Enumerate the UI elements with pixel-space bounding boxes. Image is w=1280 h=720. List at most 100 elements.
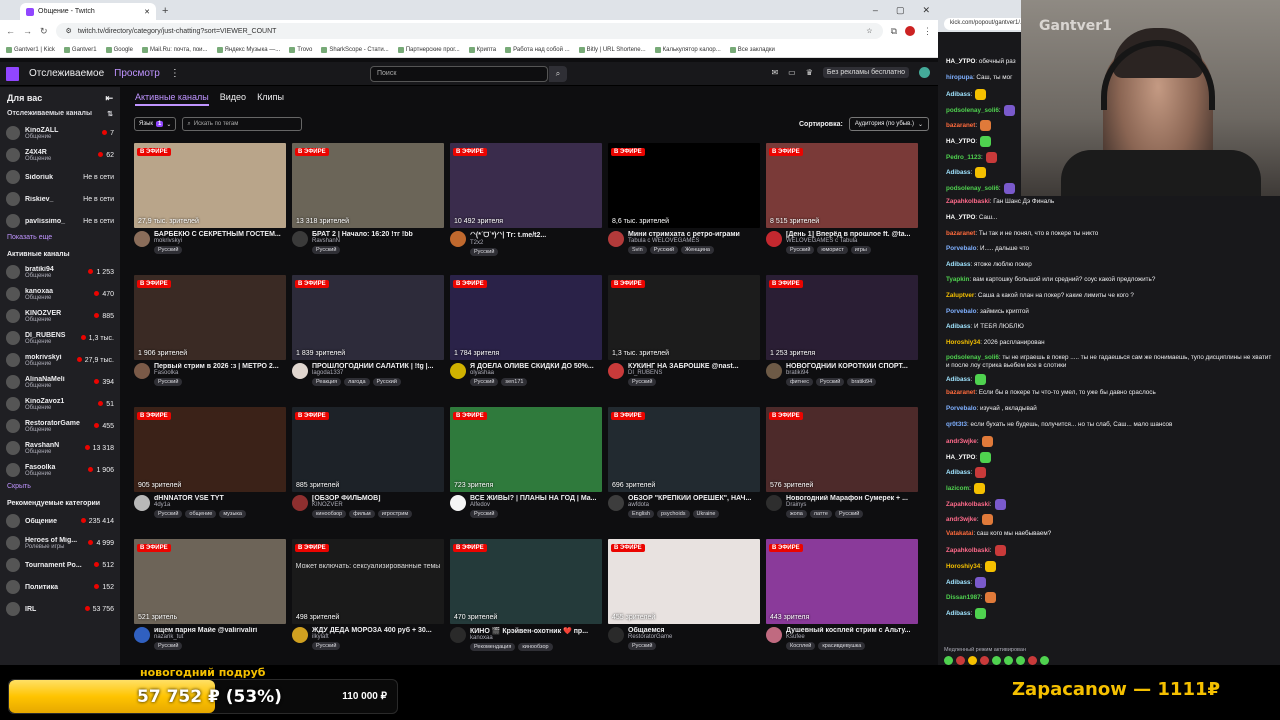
- channel-avatar[interactable]: [134, 627, 150, 643]
- sidebar-item[interactable]: pavlissimo_ Не в сети: [0, 210, 120, 232]
- sidebar-item[interactable]: Sidoriuk Не в сети: [0, 166, 120, 188]
- nav-browse[interactable]: Просмотр: [114, 68, 160, 79]
- stream-card[interactable]: В ЭФИРЕ 443 зрителя Душевный косплей стрим…: [766, 539, 918, 665]
- stream-thumbnail[interactable]: В ЭФИРЕ 455 зрителей: [608, 539, 760, 624]
- chat-username[interactable]: Zapahkolbaski: [946, 501, 990, 508]
- stream-tag[interactable]: фильм: [349, 510, 375, 518]
- extensions-icon[interactable]: ⧉: [891, 26, 897, 37]
- stream-thumbnail[interactable]: В ЭФИРЕ 443 зрителя: [766, 539, 918, 624]
- stream-tag[interactable]: кинообзор: [312, 510, 347, 518]
- chat-username[interactable]: Porvebalo: [946, 308, 976, 315]
- twitch-logo-icon[interactable]: [6, 66, 19, 81]
- channel-name[interactable]: Tabula с WELOVEGAMES: [628, 238, 760, 244]
- chat-username[interactable]: Zaluptver: [946, 292, 974, 299]
- stream-tag[interactable]: Svin: [628, 246, 647, 254]
- tab-videos[interactable]: Видео: [220, 92, 246, 106]
- stream-card[interactable]: В ЭФИРЕ 27,9 тыс. зрителей БАРБЕКЮ С СЕКРЕ…: [134, 143, 286, 269]
- stream-card[interactable]: В ЭФИРЕ 1,3 тыс. зрителей КУКИНГ НА ЗАБРОШ…: [608, 275, 760, 401]
- channel-avatar[interactable]: [450, 231, 466, 247]
- chat-username[interactable]: andr3wjke: [946, 438, 977, 445]
- channel-avatar[interactable]: [292, 363, 308, 379]
- stream-title[interactable]: Душевный косплей стрим с Альту...: [786, 627, 918, 634]
- chat-username[interactable]: andr3wjke: [946, 516, 977, 523]
- chat-username[interactable]: lazicom: [946, 485, 969, 492]
- stream-tag[interactable]: Женщина: [681, 246, 714, 254]
- stream-title[interactable]: БАРБЕКЮ С СЕКРЕТНЫМ ГОСТЕМ...: [154, 231, 286, 238]
- tag-search-input[interactable]: ⌕ Искать по тегам: [182, 117, 303, 131]
- channel-name[interactable]: DI_RUBENS: [628, 370, 760, 376]
- crown-icon[interactable]: ♛: [806, 68, 813, 77]
- no-ads-button[interactable]: Без рекламы бесплатно: [822, 67, 909, 78]
- channel-name[interactable]: kanoxaa: [470, 635, 602, 641]
- bookmark-item[interactable]: Trovo: [289, 46, 312, 53]
- channel-avatar[interactable]: [608, 231, 624, 247]
- stream-thumbnail[interactable]: В ЭФИРЕ Может включать: сексуализированны…: [292, 539, 444, 624]
- chat-username[interactable]: Adibass: [946, 376, 971, 383]
- stream-title[interactable]: ОБЗОР "КРЕПКИЙ ОРЕШЕК", НАЧ...: [628, 495, 760, 502]
- chat-username[interactable]: bazaranet: [946, 389, 975, 396]
- channel-avatar[interactable]: [134, 495, 150, 511]
- stream-card[interactable]: В ЭФИРЕ 905 зрителей dHNNATOR VSE TYT 4dy1a…: [134, 407, 286, 533]
- stream-tag[interactable]: музыка: [219, 510, 246, 518]
- sort-select[interactable]: Аудитория (по убыв.) ⌄: [848, 117, 929, 131]
- forward-icon[interactable]: →: [23, 26, 32, 36]
- stream-thumbnail[interactable]: В ЭФИРЕ 885 зрителей: [292, 407, 444, 492]
- show-more-link[interactable]: Показать еще: [0, 232, 120, 243]
- chat-username[interactable]: hiropupa: [946, 74, 973, 81]
- stream-title[interactable]: БРАТ 2 | Начало: 16:20 !тг !bb: [312, 231, 444, 238]
- stream-tag[interactable]: Ukraine: [692, 510, 720, 518]
- channel-name[interactable]: nazarik_tut: [154, 634, 286, 640]
- sidebar-item[interactable]: Политика 152: [0, 576, 120, 598]
- back-icon[interactable]: ←: [6, 26, 15, 36]
- bookmark-item[interactable]: Калькулятор калор...: [654, 46, 721, 53]
- sidebar-item[interactable]: Fasoolka Общение 1 906: [0, 459, 120, 481]
- stream-title[interactable]: ᐟᐠ(*ˊᗜˋ*)ᐟᐠ| Тг: t.me/t2...: [470, 231, 602, 240]
- stream-thumbnail[interactable]: В ЭФИРЕ 1 839 зрителей: [292, 275, 444, 360]
- profile-icon[interactable]: [905, 26, 915, 36]
- channel-name[interactable]: T2x2: [470, 240, 602, 246]
- sidebar-item[interactable]: IRL 53 756: [0, 598, 120, 620]
- stream-card[interactable]: В ЭФИРЕ 696 зрителей ОБЗОР "КРЕПКИЙ ОРЕШЕК…: [608, 407, 760, 533]
- stream-card[interactable]: В ЭФИРЕ 1 906 зрителей Первый стрим в 2026…: [134, 275, 286, 401]
- stream-title[interactable]: [День 1] Вперёд в прошлое ft. @ta...: [786, 231, 918, 238]
- chat-username[interactable]: Dissan1987: [946, 594, 981, 601]
- chat-username[interactable]: Tyapkin: [946, 276, 969, 283]
- chat-username[interactable]: Vatakatai: [946, 530, 973, 537]
- channel-name[interactable]: mokrivskyi: [154, 238, 286, 244]
- menu-icon[interactable]: ⋮: [923, 26, 932, 37]
- stream-card[interactable]: В ЭФИРЕ 13 318 зрителей БРАТ 2 | Начало: 1…: [292, 143, 444, 269]
- chat-username[interactable]: НА_УТРО: [946, 454, 975, 461]
- bookmark-item[interactable]: SharkScope - Стати...: [321, 46, 389, 53]
- stream-tag[interactable]: Русский: [628, 642, 657, 650]
- bookmark-item[interactable]: Яндекс Музыка —...: [216, 46, 280, 53]
- channel-avatar[interactable]: [766, 231, 782, 247]
- stream-title[interactable]: НОВОГОДНИЙ КОРОТКИЙ СПОРТ...: [786, 363, 918, 370]
- channel-name[interactable]: KINOZVER: [312, 502, 444, 508]
- stream-thumbnail[interactable]: В ЭФИРЕ 10 492 зрителя: [450, 143, 602, 228]
- stream-tag[interactable]: лагода: [344, 378, 370, 386]
- channel-avatar[interactable]: [608, 495, 624, 511]
- stream-tag[interactable]: Русский: [470, 248, 499, 256]
- chat-username[interactable]: Adibass: [946, 579, 971, 586]
- stream-tag[interactable]: Русский: [154, 246, 183, 254]
- inbox-icon[interactable]: ✉: [771, 68, 778, 77]
- sidebar-item[interactable]: Общение 235 414: [0, 510, 120, 532]
- stream-thumbnail[interactable]: В ЭФИРЕ 470 зрителей: [450, 539, 602, 624]
- url-field[interactable]: ⚙ twitch.tv/directory/category/just-chat…: [55, 23, 883, 39]
- stream-card[interactable]: В ЭФИРЕ 885 зрителей [ОБЗОР ФИЛЬМОВ] KINOZV…: [292, 407, 444, 533]
- stream-thumbnail[interactable]: В ЭФИРЕ 27,9 тыс. зрителей: [134, 143, 286, 228]
- stream-card[interactable]: В ЭФИРЕ 470 зрителей КИНО 🎬 Крэйвен-охотни…: [450, 539, 602, 665]
- stream-title[interactable]: ПРОШЛОГОДНИЙ САЛАТИК | !tg |...: [312, 363, 444, 370]
- stream-tag[interactable]: English: [628, 510, 655, 518]
- stream-tag[interactable]: Русский: [312, 246, 341, 254]
- channel-name[interactable]: 4dy1a: [154, 502, 286, 508]
- stream-tag[interactable]: Русский: [815, 378, 845, 386]
- stream-title[interactable]: ЖДУ ДЕДА МОРОЗА 400 руб + 30...: [312, 627, 444, 634]
- channel-avatar[interactable]: [766, 495, 782, 511]
- stream-tag[interactable]: красивдевушка: [818, 642, 866, 650]
- browser-tab[interactable]: Общение - Twitch ✕: [20, 3, 156, 20]
- chat-username[interactable]: Horoshiy34: [946, 563, 980, 570]
- chat-username[interactable]: Porvebalo: [946, 405, 976, 412]
- stream-title[interactable]: ищем парня Майе @valirivalirі: [154, 627, 286, 634]
- site-info-icon[interactable]: ⚙: [66, 27, 72, 35]
